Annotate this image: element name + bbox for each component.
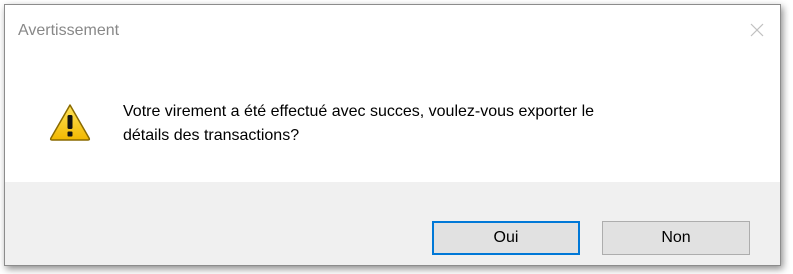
no-button[interactable]: Non [602,221,750,255]
button-bar: Oui Non [5,182,780,265]
warning-icon [49,103,91,141]
title-bar[interactable]: Avertissement [5,5,780,55]
yes-button[interactable]: Oui [432,221,580,255]
warning-dialog: Avertissement Votre virement a été effec… [4,4,781,266]
message-line-1: Votre virement a été effectué avec succe… [123,103,595,120]
close-icon [750,23,764,37]
message-line-2: détails des transactions? [123,127,300,144]
dialog-title: Avertissement [18,22,120,39]
dialog-message: Votre virement a été effectué avec succe… [123,100,723,148]
close-button[interactable] [734,5,780,55]
dialog-content: Votre virement a été effectué avec succe… [5,55,780,182]
